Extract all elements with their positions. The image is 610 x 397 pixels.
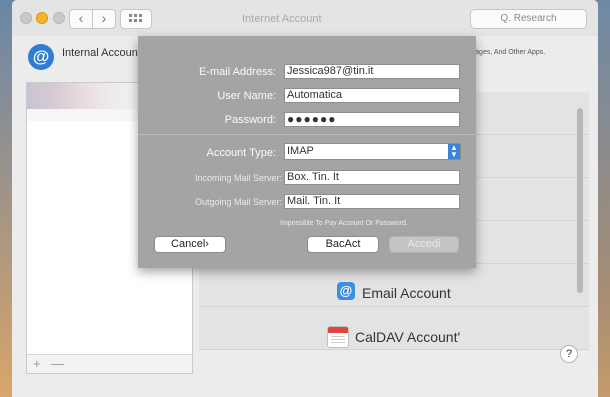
email-label: E-mail Address: bbox=[198, 66, 276, 78]
cancel-button[interactable]: Cancel› bbox=[154, 236, 226, 253]
help-button[interactable]: ? bbox=[560, 345, 578, 363]
desktop-background-right bbox=[596, 0, 610, 397]
caldav-account-label[interactable]: CalDAV Account' bbox=[355, 329, 460, 345]
zoom-window-button[interactable] bbox=[53, 12, 65, 24]
title-bar: ‹ › Internet Account Q. Research bbox=[12, 0, 598, 37]
password-label: Password: bbox=[224, 114, 276, 126]
email-at-icon: @ bbox=[337, 282, 355, 300]
pane-description: Ssages, And Other Apps. bbox=[467, 49, 546, 56]
search-field[interactable]: Q. Research bbox=[470, 9, 587, 29]
provider-scrollbar-thumb[interactable] bbox=[577, 108, 583, 293]
username-field[interactable]: Automatica bbox=[284, 88, 460, 103]
error-message: Impossible To Pay Account Or Password. bbox=[280, 220, 408, 227]
password-field[interactable]: ●●●●●● bbox=[284, 112, 460, 127]
account-type-select[interactable]: IMAP ▲ ▼ bbox=[284, 143, 461, 160]
internet-accounts-at-icon: @ bbox=[28, 44, 54, 70]
email-field[interactable]: Jessica987@tin.it bbox=[284, 64, 460, 79]
remove-account-button[interactable]: — bbox=[51, 355, 64, 372]
incoming-server-field[interactable]: Box. Tin. It bbox=[284, 170, 460, 185]
close-window-button[interactable] bbox=[20, 12, 32, 24]
email-account-label[interactable]: Email Account bbox=[362, 285, 451, 301]
incoming-server-label: Incoming Mail Server: bbox=[194, 173, 282, 183]
select-arrows-icon: ▲ ▼ bbox=[448, 144, 460, 159]
sheet-divider bbox=[138, 134, 476, 135]
back-button-sheet[interactable]: BacAct bbox=[307, 236, 379, 253]
account-type-label: Account Type: bbox=[206, 147, 276, 159]
outgoing-server-field[interactable]: Mail. Tin. It bbox=[284, 194, 460, 209]
add-account-button[interactable]: + bbox=[33, 355, 41, 372]
accounts-list-footer: + — bbox=[26, 354, 193, 374]
window-title: Internet Account bbox=[242, 13, 322, 25]
outgoing-server-label: Outgoing Mail Server: bbox=[194, 197, 282, 207]
calendar-icon bbox=[327, 326, 349, 348]
show-all-grid-button[interactable] bbox=[120, 9, 152, 29]
account-type-value: IMAP bbox=[287, 145, 314, 157]
pane-title: Internal Accounts bbox=[62, 47, 147, 59]
minimize-window-button[interactable] bbox=[36, 12, 48, 24]
add-account-sheet: E-mail Address: Jessica987@tin.it User N… bbox=[138, 36, 476, 268]
username-label: User Name: bbox=[217, 90, 276, 102]
sign-in-button[interactable]: Accedi bbox=[389, 236, 459, 253]
forward-button[interactable]: › bbox=[92, 9, 116, 29]
back-button[interactable]: ‹ bbox=[69, 9, 93, 29]
